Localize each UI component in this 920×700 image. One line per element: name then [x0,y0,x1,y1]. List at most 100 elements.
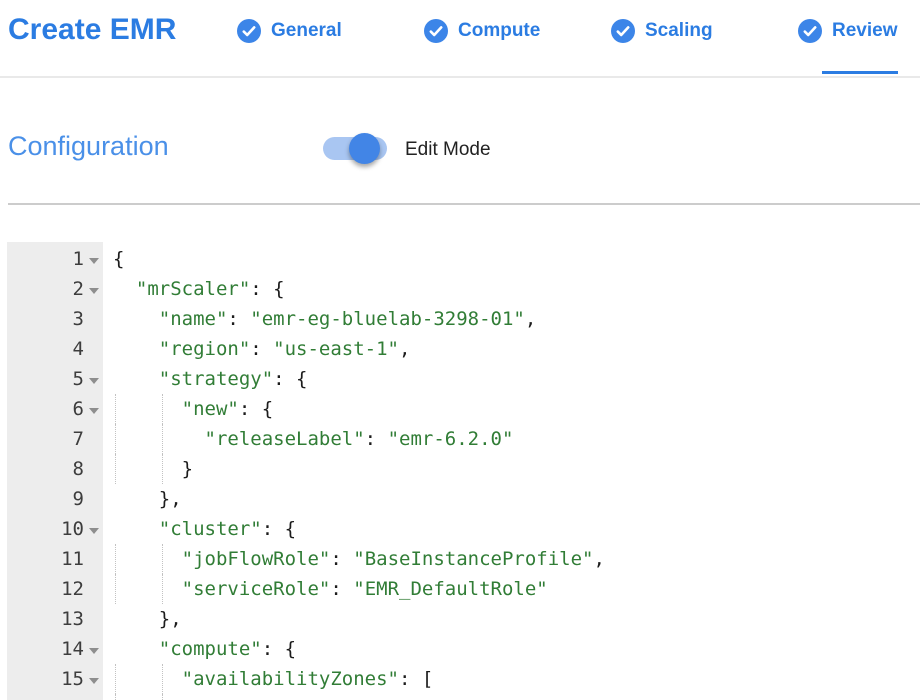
tab-general[interactable]: General [237,19,342,43]
code-line: 1{ [7,244,920,274]
indent-guide [162,664,163,694]
indent-guide [115,544,116,574]
line-number: 5 [73,364,84,394]
line-number: 10 [61,514,84,544]
indent-guide [162,424,163,454]
code-lines: 1{2 "mrScaler": {3 "name": "emr-eg-bluel… [7,242,920,700]
page-title: Create EMR [8,13,176,47]
indent-guide [115,694,116,700]
line-number: 11 [61,544,84,574]
indent-guide [115,574,116,604]
code-line: 6 "new": { [7,394,920,424]
code-text[interactable]: "new": { [103,394,920,424]
code-text[interactable]: "compute": { [103,634,920,664]
tab-compute[interactable]: Compute [424,19,540,43]
line-gutter: 15 [7,664,103,694]
line-gutter: 9 [7,484,103,514]
fold-toggle-icon[interactable] [84,664,103,694]
code-text[interactable]: "jobFlowRole": "BaseInstanceProfile", [103,544,920,574]
line-number: 4 [73,334,84,364]
code-line: 12 "serviceRole": "EMR_DefaultRole" [7,574,920,604]
line-number: 16 [61,694,84,700]
check-circle-icon [611,19,635,43]
indent-guide [115,394,116,424]
line-number: 2 [73,274,84,304]
code-line: 2 "mrScaler": { [7,274,920,304]
line-number: 8 [73,454,84,484]
code-text[interactable]: "releaseLabel": "emr-6.2.0" [103,424,920,454]
indent-guide [115,664,116,694]
check-circle-icon [798,19,822,43]
section-divider [8,203,920,205]
line-gutter: 3 [7,304,103,334]
code-line: 16 { [7,694,920,700]
line-gutter: 2 [7,274,103,304]
code-text[interactable]: } [103,454,920,484]
fold-slot-empty [84,574,103,604]
code-text[interactable]: "serviceRole": "EMR_DefaultRole" [103,574,920,604]
tab-review[interactable]: Review [798,19,897,43]
code-text[interactable]: "region": "us-east-1", [103,334,920,364]
code-text[interactable]: "cluster": { [103,514,920,544]
active-tab-underline [822,71,898,74]
code-line: 11 "jobFlowRole": "BaseInstanceProfile", [7,544,920,574]
code-text[interactable]: }, [103,604,920,634]
fold-toggle-icon[interactable] [84,274,103,304]
fold-toggle-icon[interactable] [84,634,103,664]
code-text[interactable]: { [103,244,920,274]
fold-toggle-icon[interactable] [84,394,103,424]
indent-guide [162,694,163,700]
line-gutter: 12 [7,574,103,604]
line-number: 9 [73,484,84,514]
fold-slot-empty [84,544,103,574]
code-line: 3 "name": "emr-eg-bluelab-3298-01", [7,304,920,334]
line-number: 7 [73,424,84,454]
line-gutter: 13 [7,604,103,634]
line-gutter: 7 [7,424,103,454]
line-number: 12 [61,574,84,604]
line-gutter: 6 [7,394,103,424]
line-gutter: 16 [7,694,103,700]
toggle-knob [349,133,380,164]
code-text[interactable]: { [103,694,920,700]
code-line: 15 "availabilityZones": [ [7,664,920,694]
code-line: 10 "cluster": { [7,514,920,544]
fold-toggle-icon[interactable] [84,694,103,700]
code-text[interactable]: "availabilityZones": [ [103,664,920,694]
line-number: 6 [73,394,84,424]
code-line: 8 } [7,454,920,484]
line-gutter: 4 [7,334,103,364]
edit-mode-toggle[interactable] [323,137,387,160]
code-editor[interactable]: 1{2 "mrScaler": {3 "name": "emr-eg-bluel… [7,242,920,700]
indent-guide [162,574,163,604]
line-gutter: 11 [7,544,103,574]
tab-label: Compute [458,20,540,42]
fold-slot-empty [84,304,103,334]
fold-toggle-icon[interactable] [84,364,103,394]
tab-label: Review [832,20,897,42]
indent-guide [115,424,116,454]
check-circle-icon [424,19,448,43]
code-text[interactable]: "strategy": { [103,364,920,394]
code-line: 7 "releaseLabel": "emr-6.2.0" [7,424,920,454]
code-line: 14 "compute": { [7,634,920,664]
fold-toggle-icon[interactable] [84,244,103,274]
line-number: 14 [61,634,84,664]
edit-mode-label: Edit Mode [405,139,491,161]
tab-label: Scaling [645,20,713,42]
line-number: 15 [61,664,84,694]
code-text[interactable]: "name": "emr-eg-bluelab-3298-01", [103,304,920,334]
line-gutter: 10 [7,514,103,544]
configuration-heading: Configuration [8,131,169,162]
line-gutter: 14 [7,634,103,664]
code-text[interactable]: }, [103,484,920,514]
indent-guide [162,394,163,424]
line-number: 13 [61,604,84,634]
line-gutter: 1 [7,244,103,274]
tab-scaling[interactable]: Scaling [611,19,713,43]
code-text[interactable]: "mrScaler": { [103,274,920,304]
fold-slot-empty [84,334,103,364]
line-number: 1 [73,244,84,274]
tab-label: General [271,20,342,42]
fold-toggle-icon[interactable] [84,514,103,544]
